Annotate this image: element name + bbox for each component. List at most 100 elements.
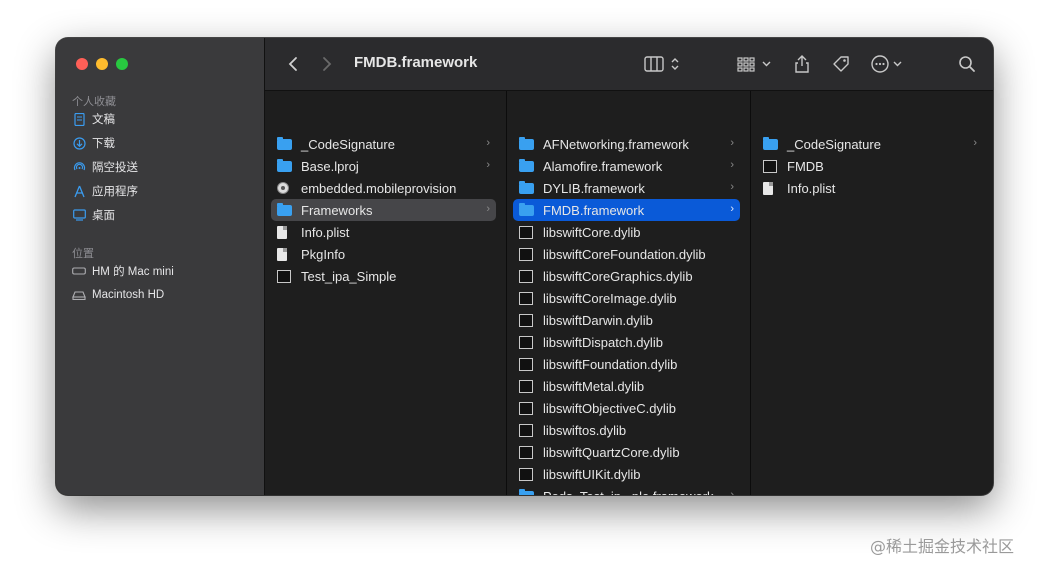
file-row[interactable]: _CodeSignature ›: [757, 133, 983, 155]
folder-icon: [277, 136, 293, 151]
file-row[interactable]: Base.lproj ›: [271, 155, 496, 177]
executable-icon: [277, 269, 293, 283]
file-row[interactable]: _CodeSignature ›: [271, 133, 496, 155]
document-icon: [72, 112, 86, 126]
file-name: _CodeSignature: [301, 136, 395, 152]
zoom-button[interactable]: [116, 58, 128, 70]
back-button[interactable]: [283, 52, 303, 76]
search-icon: [959, 56, 975, 72]
file-row[interactable]: libswiftMetal.dylib: [513, 375, 740, 397]
file-name: AFNetworking.framework: [543, 136, 689, 152]
executable-icon: [519, 225, 535, 239]
chevron-right-icon: ›: [730, 137, 734, 149]
chevron-right-icon: ›: [730, 489, 734, 495]
file-row[interactable]: libswiftUIKit.dylib: [513, 463, 740, 485]
file-name: libswiftQuartzCore.dylib: [543, 444, 680, 460]
file-name: libswiftDarwin.dylib: [543, 312, 653, 328]
file-row[interactable]: libswiftQuartzCore.dylib: [513, 441, 740, 463]
file-row[interactable]: FMDB: [757, 155, 983, 177]
applications-icon: [72, 184, 86, 198]
column-1: _CodeSignature › Base.lproj › embedded.mobil…: [265, 91, 507, 495]
sidebar-item-macintosh-hd[interactable]: Macintosh HD: [72, 284, 164, 306]
file-row[interactable]: Frameworks ›: [271, 199, 496, 221]
file-name: libswiftCore.dylib: [543, 224, 641, 240]
toolbar: FMDB.framework: [265, 38, 993, 91]
window-title: FMDB.framework: [354, 54, 478, 71]
file-row[interactable]: libswiftCore.dylib: [513, 221, 740, 243]
chevron-left-icon: [288, 57, 297, 71]
file-row[interactable]: Info.plist: [271, 221, 496, 243]
file-row[interactable]: AFNetworking.framework ›: [513, 133, 740, 155]
folder-icon: [519, 202, 535, 217]
close-button[interactable]: [76, 58, 88, 70]
actions-button[interactable]: [869, 52, 909, 76]
file-row[interactable]: libswiftCoreImage.dylib: [513, 287, 740, 309]
file-row[interactable]: PkgInfo: [271, 243, 496, 265]
sidebar-item-documents[interactable]: 文稿: [72, 108, 115, 130]
file-row[interactable]: libswiftCoreFoundation.dylib: [513, 243, 740, 265]
watermark: @稀土掘金技术社区: [870, 537, 1015, 556]
sidebar-item-desktop[interactable]: 桌面: [72, 204, 115, 226]
file-name: libswiftMetal.dylib: [543, 378, 645, 394]
executable-icon: [519, 247, 535, 261]
file-row[interactable]: DYLIB.framework ›: [513, 177, 740, 199]
executable-icon: [763, 159, 779, 173]
file-name: _CodeSignature: [787, 136, 881, 152]
minimize-button[interactable]: [96, 58, 108, 70]
file-name: libswiftUIKit.dylib: [543, 466, 641, 482]
chevron-right-icon: ›: [730, 203, 734, 215]
group-button[interactable]: [735, 52, 775, 76]
file-name: PkgInfo: [301, 246, 346, 262]
download-icon: [72, 136, 86, 150]
sidebar: 个人收藏 文稿 下载 隔空投送 应用程序 桌面 位置 HM 的 Mac mini: [56, 38, 265, 495]
sidebar-item-applications[interactable]: 应用程序: [72, 180, 138, 202]
sidebar-item-label: 文稿: [92, 114, 115, 126]
executable-icon: [519, 445, 535, 459]
forward-button[interactable]: [317, 52, 337, 76]
sidebar-item-airdrop[interactable]: 隔空投送: [72, 156, 138, 178]
file-row[interactable]: Pods_Test_ip...ple.framework ›: [513, 485, 740, 495]
executable-icon: [519, 467, 535, 481]
view-mode-button[interactable]: [643, 52, 687, 76]
file-row[interactable]: embedded.mobileprovision: [271, 177, 496, 199]
file-row[interactable]: libswiftCoreGraphics.dylib: [513, 265, 740, 287]
file-row[interactable]: libswiftObjectiveC.dylib: [513, 397, 740, 419]
file-name: FMDB.framework: [543, 202, 645, 218]
chevron-right-icon: ›: [486, 159, 490, 171]
sidebar-item-label: Macintosh HD: [92, 289, 165, 301]
file-name: Test_ipa_Simple: [301, 268, 397, 284]
file-name: libswiftDispatch.dylib: [543, 334, 663, 350]
column-3: _CodeSignature › FMDB Info.plist: [751, 91, 993, 495]
sidebar-item-label: 隔空投送: [92, 162, 138, 174]
folder-icon: [763, 136, 779, 151]
executable-icon: [519, 379, 535, 393]
sidebar-item-downloads[interactable]: 下载: [72, 132, 115, 154]
disk-icon: [72, 288, 86, 302]
share-button[interactable]: [791, 52, 813, 76]
folder-icon: [519, 488, 535, 495]
file-row[interactable]: Test_ipa_Simple: [271, 265, 496, 287]
tags-button[interactable]: [829, 52, 853, 76]
file-row[interactable]: Alamofire.framework ›: [513, 155, 740, 177]
search-button[interactable]: [955, 52, 979, 76]
desktop-icon: [72, 208, 86, 222]
file-row[interactable]: Info.plist: [757, 177, 983, 199]
executable-icon: [519, 269, 535, 283]
executable-icon: [519, 357, 535, 371]
file-name: libswiftCoreFoundation.dylib: [543, 246, 706, 262]
sidebar-item-label: 应用程序: [92, 186, 138, 198]
sidebar-section-locations: 位置: [72, 248, 94, 260]
file-row[interactable]: FMDB.framework ›: [513, 199, 740, 221]
file-row[interactable]: libswiftDarwin.dylib: [513, 309, 740, 331]
sidebar-section-favorites: 个人收藏: [72, 96, 116, 108]
chevron-right-icon: ›: [486, 137, 490, 149]
document-icon: [277, 225, 293, 239]
sidebar-item-mac-mini[interactable]: HM 的 Mac mini: [72, 260, 174, 282]
file-name: libswiftFoundation.dylib: [543, 356, 678, 372]
file-row[interactable]: libswiftos.dylib: [513, 419, 740, 441]
executable-icon: [519, 423, 535, 437]
file-row[interactable]: libswiftDispatch.dylib: [513, 331, 740, 353]
document-icon: [277, 247, 293, 261]
file-name: libswiftCoreImage.dylib: [543, 290, 677, 306]
file-row[interactable]: libswiftFoundation.dylib: [513, 353, 740, 375]
